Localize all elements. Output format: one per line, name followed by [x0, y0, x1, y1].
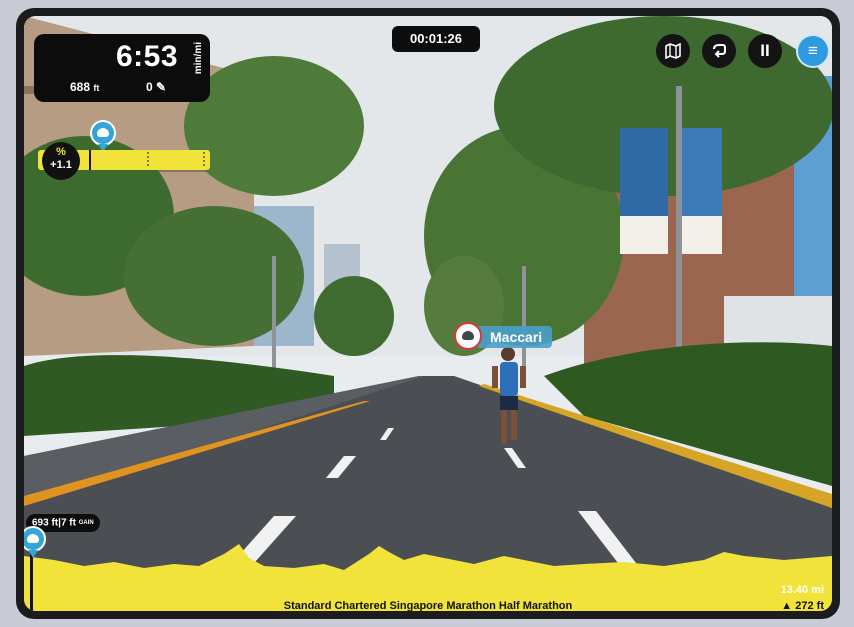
menu-button[interactable]: ≡: [796, 34, 830, 68]
map-button[interactable]: [656, 34, 690, 68]
elevation-gain-value: 7 ft: [60, 517, 76, 529]
street-scene: [24, 16, 832, 611]
mountain-icon: ▲: [781, 600, 793, 611]
race-title: Standard Chartered Singapore Marathon Ha…: [283, 600, 573, 611]
map-icon: [665, 42, 681, 60]
runner-position-pin: [90, 120, 116, 146]
course-distance: 13.40 mi: [780, 584, 824, 596]
device-frame: 6:53 min/mi 688 ft 0 ✎ % +1.1 00:01:26 I…: [16, 8, 840, 619]
tree: [184, 56, 364, 196]
pace-value: 6:53: [115, 40, 178, 73]
course-total-elevation: ▲ 272 ft: [781, 600, 824, 611]
runner-avatar: [454, 322, 482, 350]
tree: [314, 276, 394, 356]
elapsed-timer: 00:01:26: [392, 26, 480, 52]
tree: [124, 206, 304, 346]
menu-icon: ≡: [808, 41, 818, 60]
runner-name: Maccari: [476, 326, 553, 348]
pause-icon: II: [760, 41, 770, 60]
loop-button[interactable]: [702, 34, 736, 68]
pace-unit: min/mi: [193, 42, 204, 75]
grade-value: +1.1: [50, 159, 72, 171]
video-screen: 6:53 min/mi 688 ft 0 ✎ % +1.1 00:01:26 I…: [24, 16, 832, 611]
course-stats: 13.40 mi ▲ 272 ft: [781, 582, 824, 611]
pace-card: 6:53 min/mi 688 ft 0 ✎: [34, 34, 210, 102]
elevation-readout: 688 ft: [70, 80, 100, 94]
grade-label: %: [56, 146, 66, 158]
loop-icon: [713, 44, 726, 58]
steps-readout: 0 ✎: [146, 80, 167, 94]
gain-tag: GAIN: [78, 520, 94, 526]
lamp-pole: [676, 86, 682, 376]
footstep-icon: ✎: [156, 80, 167, 94]
grade-badge: % +1.1: [42, 142, 80, 180]
pause-button[interactable]: II: [748, 34, 782, 68]
